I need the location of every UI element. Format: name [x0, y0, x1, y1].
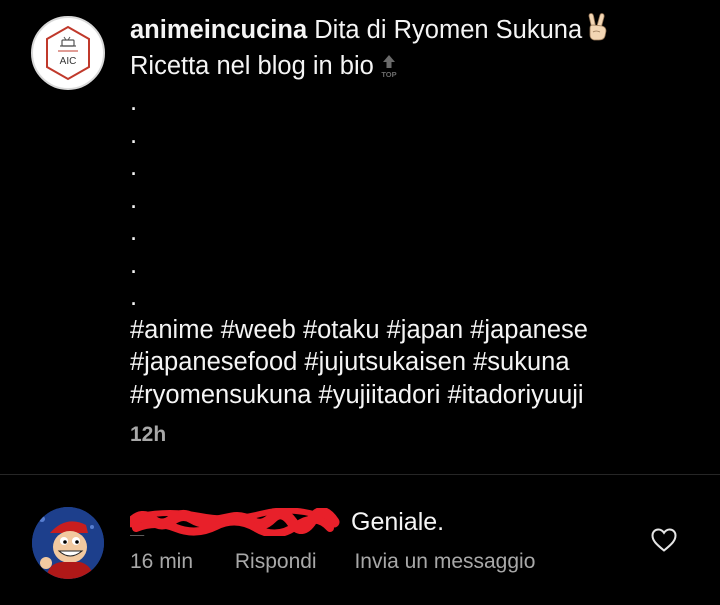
victory-hand-icon	[584, 13, 610, 50]
comment-actions: 16 min Rispondi Invia un messaggio	[130, 550, 567, 574]
caption-dot: .	[130, 218, 138, 246]
comment-time: 16 min	[130, 550, 194, 573]
top-arrow-icon: TOP	[378, 54, 400, 87]
post-caption: AIC animeincucina Dita di Ryomen Sukuna …	[0, 0, 720, 474]
caption-dot: .	[130, 250, 138, 279]
cartoon-avatar-icon	[32, 507, 104, 579]
commenter-avatar[interactable]	[32, 507, 104, 579]
caption-line-1: animeincucina Dita di Ryomen Sukuna	[130, 13, 700, 50]
svg-text:AIC: AIC	[60, 56, 77, 67]
svg-text:TOP: TOP	[381, 70, 396, 78]
comment-item: _ Geniale. 16 min Rispondi Invia un mess…	[0, 475, 720, 605]
red-scribble-redaction	[130, 508, 340, 536]
post-username[interactable]: animeincucina	[130, 16, 307, 44]
send-message-button[interactable]: Invia un messaggio	[354, 550, 535, 574]
hashtag-block: #anime #weeb #otaku #japan #japanese #ja…	[130, 314, 700, 412]
caption-dot: .	[130, 120, 138, 149]
caption-title: Dita di Ryomen Sukuna	[307, 16, 583, 44]
hashtag-line[interactable]: #ryomensukuna #yujiitadori #itadoriyuuji	[130, 379, 700, 412]
caption-text: animeincucina Dita di Ryomen Sukuna Rice…	[130, 13, 700, 411]
caption-line-2: Ricetta nel blog in bio TOP	[130, 50, 700, 87]
comment-text: _ Geniale.	[130, 506, 444, 538]
heart-outline-icon[interactable]	[650, 527, 678, 553]
caption-dot: .	[130, 185, 138, 214]
hashtag-line[interactable]: #anime #weeb #otaku #japan #japanese	[130, 314, 700, 347]
aic-logo-icon: AIC	[46, 25, 90, 81]
post-author-avatar[interactable]: AIC	[31, 16, 105, 90]
post-timestamp: 12h	[130, 423, 167, 446]
caption-dot: .	[130, 283, 138, 311]
reply-button[interactable]: Rispondi	[235, 550, 317, 574]
caption-subtitle: Ricetta nel blog in bio	[130, 51, 374, 80]
comment-body: Geniale.	[351, 508, 445, 536]
caption-dot: .	[130, 153, 138, 181]
commenter-username-redacted[interactable]: _	[130, 508, 345, 536]
hashtag-line[interactable]: #japanesefood #jujutsukaisen #sukuna	[130, 346, 700, 379]
caption-dot: .	[130, 88, 138, 116]
